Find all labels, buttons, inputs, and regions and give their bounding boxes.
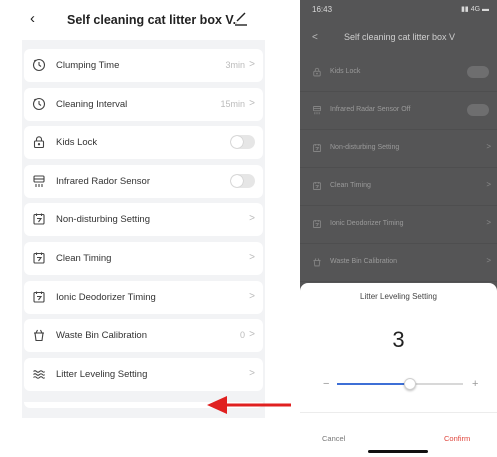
row-label: Litter Leveling Setting	[56, 369, 148, 380]
row-label: Infrared Radar Sensor Off	[330, 106, 411, 113]
row-label: Ionic Deodorizer Timing	[330, 220, 404, 227]
settings-row-dimmed: Infrared Radar Sensor Off	[300, 92, 497, 130]
waves-icon	[32, 367, 46, 381]
row-label: Infrared Rador Sensor	[56, 176, 150, 187]
calendar-icon	[32, 290, 46, 304]
back-chevron-icon[interactable]: <	[312, 32, 318, 43]
toggle-switch[interactable]	[230, 135, 255, 149]
status-time: 16:43	[312, 5, 333, 14]
chevron-right-icon: >	[486, 218, 491, 227]
status-bar: 16:43 ▮▮ 4G ▬	[300, 0, 497, 22]
lock-icon	[32, 135, 46, 149]
pointer-arrow-icon	[205, 395, 293, 415]
row-label: Clean Timing	[330, 182, 371, 189]
chevron-right-icon: >	[249, 368, 255, 379]
row-label: Kids Lock	[56, 137, 98, 148]
settings-row[interactable]: Infrared Rador Sensor	[24, 165, 263, 198]
toggle-switch[interactable]	[230, 174, 255, 188]
row-value: 0	[239, 330, 245, 340]
settings-row-dimmed: Non-disturbing Setting >	[300, 130, 497, 168]
pencil-edit-icon[interactable]	[234, 9, 248, 27]
settings-row-dimmed: Clean Timing >	[300, 168, 497, 206]
row-label: Waste Bin Calibration	[56, 330, 147, 341]
row-label: Clean Timing	[56, 253, 112, 264]
page-title: Self cleaning cat litter box V...	[67, 13, 237, 27]
settings-row-dimmed: Ionic Deodorizer Timing >	[300, 206, 497, 244]
row-value: 3min	[225, 60, 245, 70]
calendar-icon	[312, 143, 322, 153]
settings-screen-right: 16:43 ▮▮ 4G ▬ < Self cleaning cat litter…	[300, 0, 497, 457]
settings-row[interactable]: Clumping Time 3min >	[24, 49, 263, 82]
home-indicator	[368, 450, 428, 453]
settings-row-dimmed: Kids Lock	[300, 54, 497, 92]
page-title: Self cleaning cat litter box V	[344, 32, 456, 42]
calendar-icon	[32, 212, 46, 226]
row-label: Cleaning Interval	[56, 99, 128, 110]
settings-row[interactable]: Clean Timing >	[24, 242, 263, 275]
calendar-icon	[312, 181, 322, 191]
row-label: Kids Lock	[330, 68, 361, 75]
increase-icon[interactable]: +	[472, 378, 478, 390]
chevron-right-icon: >	[249, 59, 255, 70]
settings-row[interactable]: Litter Leveling Setting >	[24, 358, 263, 391]
lock-icon	[312, 67, 322, 77]
chevron-right-icon: >	[249, 329, 255, 340]
settings-row[interactable]: Waste Bin Calibration 0 >	[24, 319, 263, 352]
clock-icon	[32, 58, 46, 72]
top-bar: ‹ Self cleaning cat litter box V...	[22, 0, 265, 40]
chevron-right-icon: >	[486, 142, 491, 151]
row-label: Waste Bin Calibration	[330, 258, 398, 265]
calendar-icon	[312, 219, 322, 229]
level-value: 3	[392, 327, 405, 352]
chevron-right-icon: >	[249, 213, 255, 224]
slider-knob[interactable]	[404, 378, 417, 390]
sensor-icon	[312, 105, 322, 115]
settings-row[interactable]: Cleaning Interval 15min >	[24, 88, 263, 121]
toggle-switch	[467, 104, 489, 116]
settings-row[interactable]: Ionic Deodorizer Timing >	[24, 281, 263, 314]
sheet-divider	[300, 412, 497, 413]
back-chevron-icon[interactable]: ‹	[30, 9, 35, 29]
chevron-right-icon: >	[249, 252, 255, 263]
level-slider[interactable]	[337, 378, 463, 390]
settings-row-dimmed: Waste Bin Calibration >	[300, 244, 497, 282]
sheet-title: Litter Leveling Setting	[360, 292, 437, 301]
row-label: Clumping Time	[56, 60, 120, 71]
clock-icon	[32, 97, 46, 111]
toggle-switch	[467, 66, 489, 78]
settings-row[interactable]: Kids Lock	[24, 126, 263, 159]
chevron-right-icon: >	[486, 180, 491, 189]
cancel-button[interactable]: Cancel	[322, 434, 345, 443]
sensor-icon	[32, 174, 46, 188]
decrease-icon[interactable]: −	[323, 378, 329, 390]
settings-screen-left: ‹ Self cleaning cat litter box V... Clum…	[22, 0, 265, 418]
status-signal: ▮▮ 4G ▬	[461, 6, 489, 13]
calendar-icon	[32, 251, 46, 265]
slider-fill	[337, 383, 411, 385]
confirm-button[interactable]: Confirm	[444, 434, 470, 443]
bin-icon	[32, 328, 46, 342]
row-label: Non-disturbing Setting	[330, 144, 400, 151]
row-value: 15min	[220, 99, 245, 109]
chevron-right-icon: >	[249, 291, 255, 302]
top-bar-dimmed: < Self cleaning cat litter box V	[300, 24, 497, 54]
row-label: Non-disturbing Setting	[56, 214, 150, 225]
bin-icon	[312, 257, 322, 267]
row-label: Ionic Deodorizer Timing	[56, 292, 156, 303]
chevron-right-icon: >	[486, 256, 491, 265]
settings-row[interactable]: Non-disturbing Setting >	[24, 203, 263, 236]
chevron-right-icon: >	[249, 98, 255, 109]
litter-leveling-sheet: Litter Leveling Setting 3 − + Cancel Con…	[300, 283, 497, 457]
